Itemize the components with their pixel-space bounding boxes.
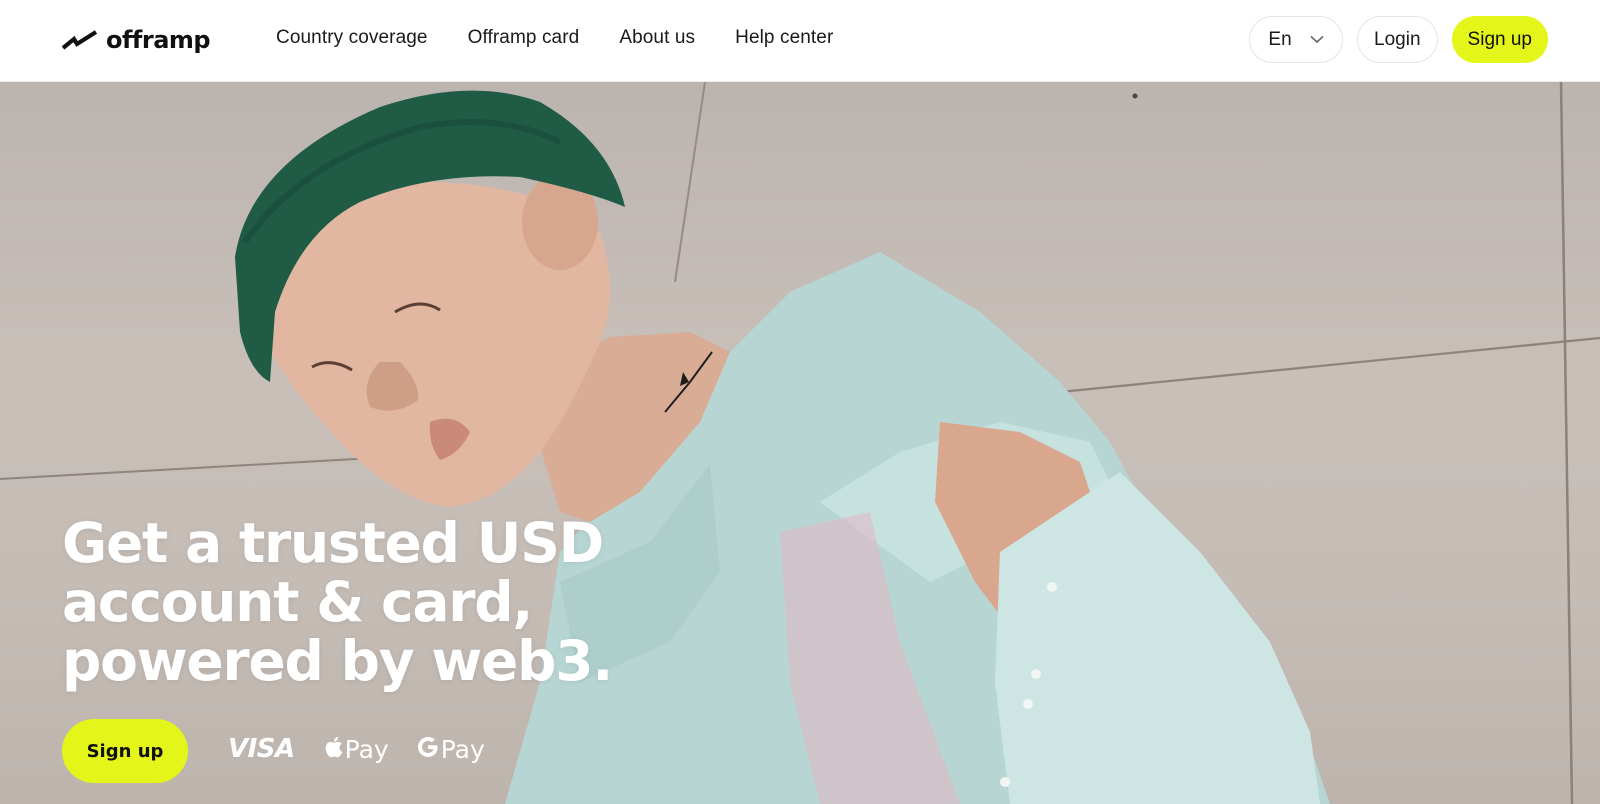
- payment-methods: VISA Pay Pay: [228, 734, 485, 764]
- apple-pay-logo: Pay: [323, 735, 389, 764]
- site-header: offramp Country coverage Offramp card Ab…: [0, 0, 1600, 82]
- hero-section: Get a trusted USD account & card, powere…: [0, 82, 1600, 804]
- brand-name: offramp: [106, 26, 211, 54]
- google-pay-text: Pay: [440, 734, 485, 764]
- offramp-logo-icon: [62, 29, 98, 51]
- nav-offramp-card[interactable]: Offramp card: [468, 27, 580, 49]
- apple-icon: [323, 735, 343, 764]
- main-nav: Country coverage Offramp card About us H…: [276, 27, 833, 49]
- google-pay-logo: Pay: [417, 735, 485, 764]
- login-button[interactable]: Login: [1357, 16, 1438, 63]
- hero-headline-line-3: powered by web3.: [62, 629, 613, 693]
- nav-about-us[interactable]: About us: [619, 27, 695, 49]
- chevron-down-icon: [1310, 35, 1324, 44]
- hero-headline-line-2: account & card,: [62, 570, 533, 634]
- hero-headline: Get a trusted USD account & card, powere…: [62, 514, 682, 691]
- apple-pay-text: Pay: [344, 734, 389, 764]
- language-select[interactable]: En: [1249, 16, 1344, 63]
- brand-logo[interactable]: offramp: [62, 26, 211, 54]
- nav-country-coverage[interactable]: Country coverage: [276, 27, 428, 49]
- hero-headline-line-1: Get a trusted USD: [62, 511, 604, 575]
- language-value: En: [1268, 28, 1292, 50]
- google-g-icon: [417, 735, 439, 764]
- header-signup-button[interactable]: Sign up: [1451, 16, 1548, 63]
- hero-photo: [0, 82, 1600, 804]
- visa-logo: VISA: [228, 734, 295, 764]
- nav-help-center[interactable]: Help center: [735, 27, 833, 49]
- hero-signup-button[interactable]: Sign up: [62, 719, 188, 783]
- header-actions: En Login Sign up: [1249, 16, 1548, 63]
